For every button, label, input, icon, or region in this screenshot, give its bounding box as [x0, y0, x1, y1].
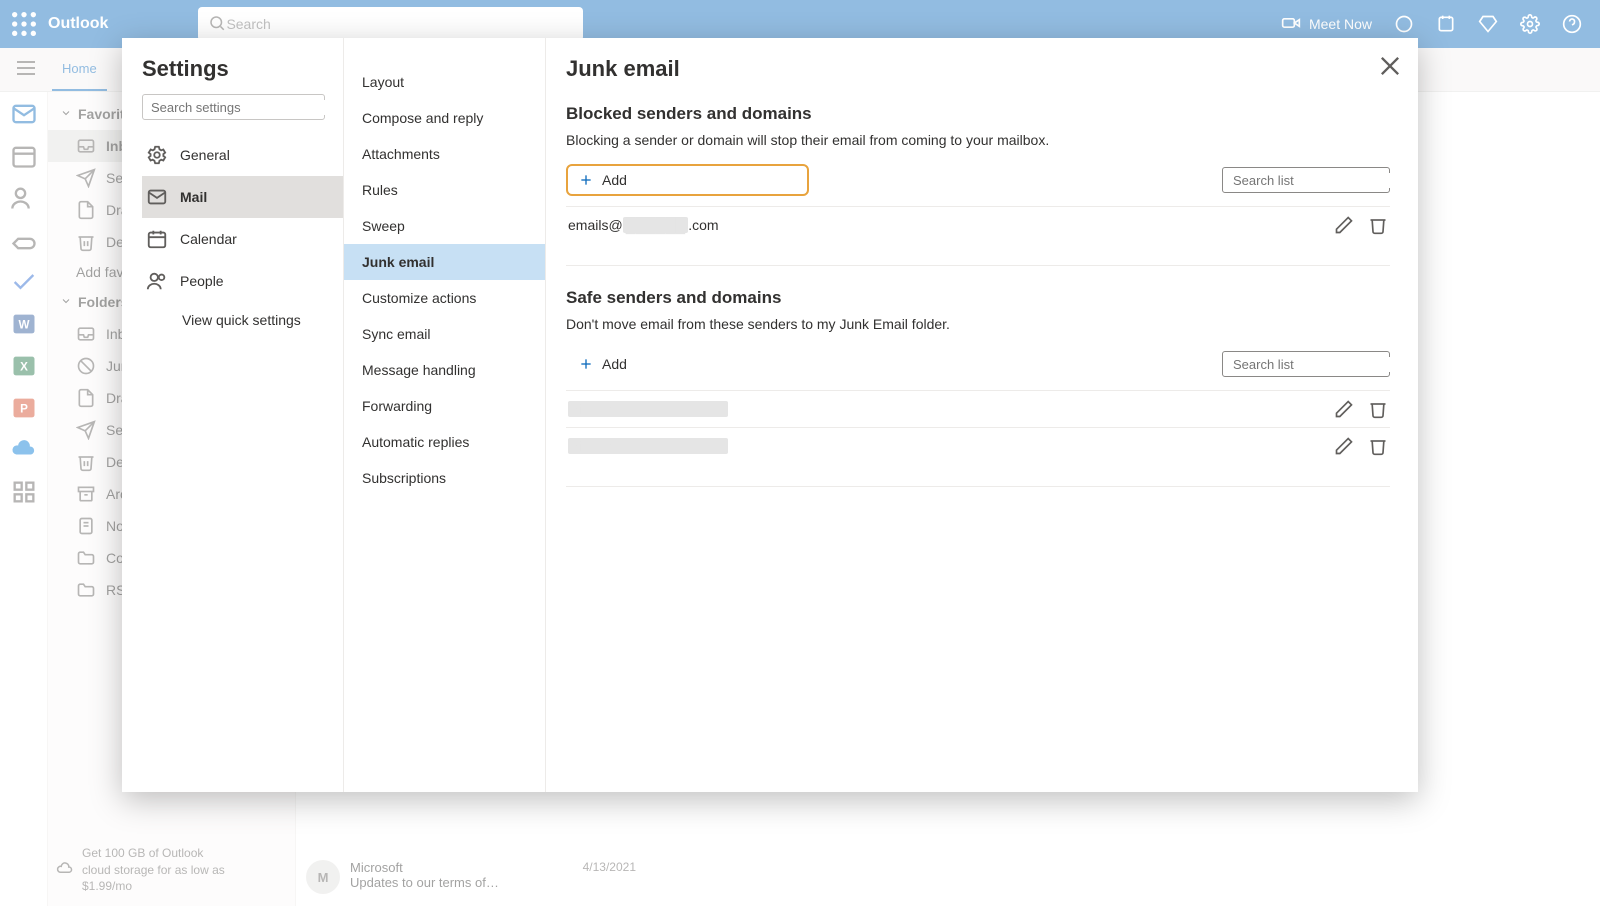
blocked-entry: emails@██████.com — [566, 206, 1390, 243]
subnav-compose-and-reply[interactable]: Compose and reply — [344, 100, 545, 136]
gear-icon — [146, 144, 168, 166]
blocked-heading: Blocked senders and domains — [566, 104, 1390, 124]
settings-item-label: People — [180, 273, 224, 289]
safe-address: hidden — [568, 438, 1334, 454]
safe-add-label: Add — [602, 356, 627, 372]
subnav-sync-email[interactable]: Sync email — [344, 316, 545, 352]
delete-icon[interactable] — [1368, 215, 1388, 235]
mail-icon — [146, 186, 168, 208]
settings-title: Settings — [142, 56, 343, 82]
settings-item-calendar[interactable]: Calendar — [142, 218, 343, 260]
safe-entry: hidden — [566, 390, 1390, 427]
subnav-subscriptions[interactable]: Subscriptions — [344, 460, 545, 496]
subnav-message-handling[interactable]: Message handling — [344, 352, 545, 388]
blocked-search-input[interactable] — [1233, 173, 1409, 188]
safe-entry: hidden — [566, 427, 1390, 464]
plus-icon — [578, 172, 594, 188]
safe-search-input[interactable] — [1233, 357, 1409, 372]
search-settings-input[interactable] — [151, 100, 327, 115]
blocked-senders-section: Blocked senders and domains Blocking a s… — [566, 104, 1390, 243]
blocked-desc: Blocking a sender or domain will stop th… — [566, 132, 1390, 148]
blocked-search[interactable] — [1222, 167, 1390, 193]
plus-icon — [578, 356, 594, 372]
settings-categories: Settings General Mail Calendar People View … — [122, 38, 344, 792]
subnav-sweep[interactable]: Sweep — [344, 208, 545, 244]
settings-dialog: Settings General Mail Calendar People View … — [122, 38, 1418, 792]
delete-icon[interactable] — [1368, 399, 1388, 419]
section-divider — [566, 265, 1390, 266]
subnav-customize-actions[interactable]: Customize actions — [344, 280, 545, 316]
settings-item-mail[interactable]: Mail — [142, 176, 343, 218]
people-icon — [146, 270, 168, 292]
search-settings[interactable] — [142, 94, 325, 120]
edit-icon[interactable] — [1334, 399, 1354, 419]
safe-address: hidden — [568, 401, 1334, 417]
subnav-layout[interactable]: Layout — [344, 64, 545, 100]
settings-pane: Junk email Blocked senders and domains B… — [546, 38, 1418, 792]
close-icon[interactable] — [1376, 52, 1404, 80]
blocked-address: emails@██████.com — [568, 217, 1334, 233]
safe-desc: Don't move email from these senders to m… — [566, 316, 1390, 332]
calendar-icon — [146, 228, 168, 250]
subnav-forwarding[interactable]: Forwarding — [344, 388, 545, 424]
safe-senders-section: Safe senders and domains Don't move emai… — [566, 288, 1390, 464]
safe-heading: Safe senders and domains — [566, 288, 1390, 308]
safe-add-button[interactable]: Add — [566, 348, 639, 380]
delete-icon[interactable] — [1368, 436, 1388, 456]
edit-icon[interactable] — [1334, 215, 1354, 235]
subnav-junk-email[interactable]: Junk email — [344, 244, 545, 280]
settings-item-label: Calendar — [180, 231, 237, 247]
blocked-add-label: Add — [602, 172, 627, 188]
settings-item-general[interactable]: General — [142, 134, 343, 176]
subnav-rules[interactable]: Rules — [344, 172, 545, 208]
settings-item-label: General — [180, 147, 230, 163]
section-divider — [566, 486, 1390, 487]
settings-subnav: LayoutCompose and replyAttachmentsRulesS… — [344, 38, 546, 792]
view-quick-settings[interactable]: View quick settings — [142, 302, 343, 338]
edit-icon[interactable] — [1334, 436, 1354, 456]
subnav-attachments[interactable]: Attachments — [344, 136, 545, 172]
safe-search[interactable] — [1222, 351, 1390, 377]
settings-item-people[interactable]: People — [142, 260, 343, 302]
blocked-add-button[interactable]: Add — [566, 164, 809, 196]
pane-title: Junk email — [566, 56, 1390, 82]
subnav-automatic-replies[interactable]: Automatic replies — [344, 424, 545, 460]
settings-item-label: Mail — [180, 189, 207, 205]
